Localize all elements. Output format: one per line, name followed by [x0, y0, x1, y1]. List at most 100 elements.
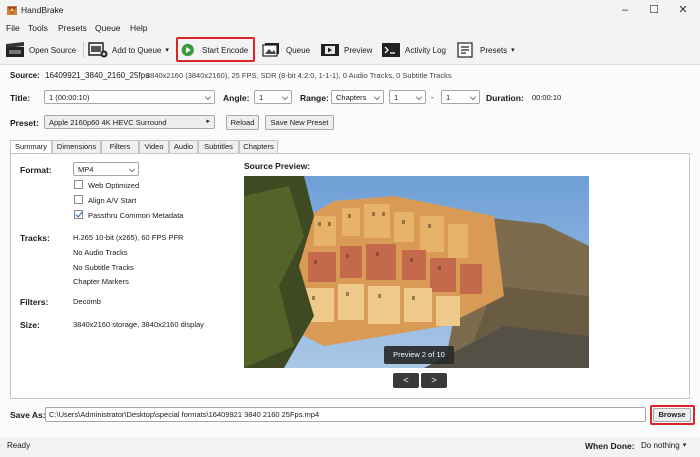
menu-tools[interactable]: Tools	[28, 23, 48, 33]
film-clapper-icon	[6, 42, 24, 57]
queue-label: Queue	[286, 45, 311, 55]
open-source-label: Open Source	[29, 45, 77, 55]
minimize-button[interactable]: –	[614, 2, 636, 18]
film-icon	[321, 44, 339, 56]
status-bar: Ready When Done: Do nothing ▾	[0, 437, 700, 457]
angle-label: Angle:	[223, 93, 250, 103]
previous-preview-button[interactable]: <	[393, 373, 419, 388]
caret-down-icon[interactable]: ▾	[511, 46, 515, 54]
align-av-label: Align A/V Start	[88, 196, 137, 205]
filters-label: Filters:	[20, 297, 49, 307]
title-value: 1 (00:00:10)	[49, 93, 90, 102]
preset-select[interactable]: Apple 2160p60 4K HEVC Surround ▸	[44, 115, 215, 129]
menu-help[interactable]: Help	[130, 23, 147, 33]
chevron-down-icon	[205, 94, 211, 100]
range-end-value: 1	[446, 93, 451, 102]
range-start-select[interactable]: 1	[389, 90, 426, 104]
menu-file[interactable]: File	[6, 23, 20, 33]
tracks-label: Tracks:	[20, 233, 50, 243]
source-preview-label: Source Preview:	[244, 161, 311, 171]
presets-button[interactable]: Presets ▾	[456, 40, 515, 60]
add-queue-icon	[88, 42, 108, 58]
queue-button[interactable]: Queue	[262, 40, 310, 60]
caret-down-icon[interactable]: ▾	[165, 46, 169, 54]
terminal-icon	[382, 43, 400, 57]
tab-filters[interactable]: Filters	[101, 140, 139, 153]
chevron-down-icon	[470, 94, 476, 100]
chevron-down-icon	[374, 94, 380, 100]
toolbar-separator	[83, 42, 84, 58]
track-item: Chapter Markers	[73, 277, 129, 286]
window-title: HandBrake	[21, 5, 64, 15]
chevron-down-icon	[416, 94, 422, 100]
caret-down-icon: ▾	[682, 442, 687, 449]
format-select[interactable]: MP4	[73, 162, 139, 176]
source-name: 16409921_3840_2160_25fps	[45, 71, 150, 80]
preview-label: Preview	[344, 45, 373, 55]
reload-button[interactable]: Reload	[226, 115, 259, 130]
start-encode-highlight	[176, 37, 255, 62]
source-label: Source:	[10, 71, 40, 80]
tab-audio[interactable]: Audio	[169, 140, 198, 153]
track-item: H.265 10-bit (x265), 60 FPS PFR	[73, 233, 184, 242]
format-label: Format:	[20, 165, 52, 175]
web-optimized-label: Web Optimized	[88, 181, 140, 190]
chevron-right-icon: ▸	[206, 118, 210, 125]
open-source-button[interactable]: Open Source	[5, 40, 76, 60]
source-info: 3840x2160 (3840x2160), 25 FPS, SDR (8-bi…	[146, 71, 452, 80]
add-to-queue-label: Add to Queue	[112, 45, 162, 55]
tab-video[interactable]: Video	[139, 140, 169, 153]
range-type-value: Chapters	[336, 93, 367, 102]
title-bar: HandBrake – ☐ ✕	[0, 0, 700, 20]
menu-presets[interactable]: Presets	[58, 23, 87, 33]
browse-highlight	[650, 405, 695, 425]
range-start-value: 1	[394, 93, 399, 102]
presets-icon	[457, 42, 473, 58]
chevron-down-icon	[129, 166, 135, 172]
format-value: MP4	[78, 165, 94, 174]
toolbar: Open Source Add to Queue ▾ Start Encode …	[0, 36, 700, 64]
range-dash: -	[431, 93, 434, 102]
activity-log-button[interactable]: Activity Log	[381, 40, 446, 60]
angle-value: 1	[259, 93, 264, 102]
tab-chapters[interactable]: Chapters	[239, 140, 278, 153]
duration-value: 00:00:10	[532, 93, 562, 102]
when-done-value: Do nothing	[641, 441, 680, 450]
track-item: No Subtitle Tracks	[73, 263, 134, 272]
preview-counter: Preview 2 of 10	[384, 346, 454, 364]
save-path-input[interactable]: C:\Users\Administrator\Desktop\special f…	[45, 407, 646, 422]
range-type-select[interactable]: Chapters	[331, 90, 384, 104]
close-button[interactable]: ✕	[672, 2, 694, 18]
angle-select[interactable]: 1	[254, 90, 292, 104]
track-item: No Audio Tracks	[73, 248, 128, 257]
menu-bar: File Tools Presets Queue Help	[0, 20, 700, 36]
menu-queue[interactable]: Queue	[95, 23, 121, 33]
title-label: Title:	[10, 93, 31, 103]
web-optimized-checkbox[interactable]	[74, 180, 83, 189]
tab-dimensions[interactable]: Dimensions	[52, 140, 101, 153]
when-done-select[interactable]: Do nothing ▾	[641, 441, 686, 450]
presets-label: Presets	[480, 45, 508, 55]
add-to-queue-button[interactable]: Add to Queue ▾	[88, 40, 169, 60]
save-as-label: Save As:	[10, 410, 46, 420]
size-value: 3840x2160 storage, 3840x2160 display	[73, 320, 204, 329]
activity-log-label: Activity Log	[405, 45, 446, 55]
queue-icon	[262, 43, 279, 57]
preset-value: Apple 2160p60 4K HEVC Surround	[49, 118, 167, 127]
duration-label: Duration:	[486, 93, 524, 103]
tab-subtitles[interactable]: Subtitles	[198, 140, 239, 153]
align-av-checkbox[interactable]	[74, 195, 83, 204]
save-new-preset-button[interactable]: Save New Preset	[265, 115, 334, 130]
size-label: Size:	[20, 320, 40, 330]
filters-value: Decomb	[73, 297, 101, 306]
passthru-metadata-checkbox[interactable]	[74, 210, 83, 219]
when-done-label: When Done:	[585, 441, 635, 451]
preview-button[interactable]: Preview	[320, 40, 372, 60]
next-preview-button[interactable]: >	[421, 373, 447, 388]
title-select[interactable]: 1 (00:00:10)	[44, 90, 215, 104]
passthru-metadata-label: Passthru Common Metadata	[88, 211, 184, 220]
range-end-select[interactable]: 1	[441, 90, 480, 104]
chevron-down-icon	[282, 94, 288, 100]
maximize-button[interactable]: ☐	[643, 2, 665, 18]
tab-summary[interactable]: Summary	[10, 140, 52, 154]
